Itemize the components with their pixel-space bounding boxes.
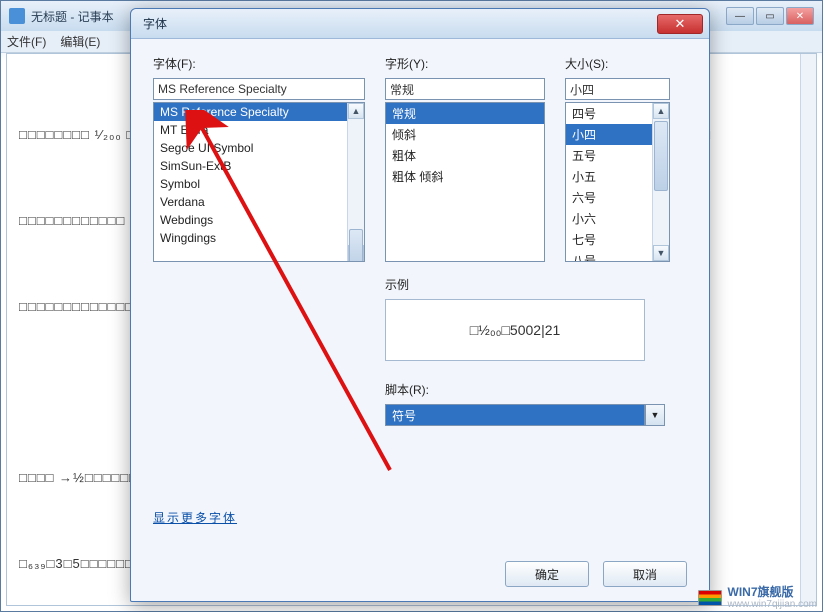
list-item[interactable]: Verdana — [154, 193, 364, 211]
scroll-thumb[interactable] — [654, 121, 668, 191]
script-label: 脚本(R): — [385, 381, 665, 398]
dialog-title: 字体 — [143, 15, 167, 32]
style-column: 字形(Y): 常规倾斜粗体粗体 倾斜 — [385, 55, 545, 262]
sample-section: 示例 □½₀₀□5002|21 — [385, 276, 645, 361]
script-section: 脚本(R): 符号 ▼ — [385, 381, 665, 426]
scroll-thumb[interactable] — [349, 229, 363, 262]
font-column: 字体(F): MS Reference SpecialtyMT ExtraSeg… — [153, 55, 365, 262]
script-select[interactable]: 符号 — [385, 404, 645, 426]
list-item[interactable]: 倾斜 — [386, 124, 544, 145]
font-input[interactable] — [153, 78, 365, 100]
maximize-button[interactable]: ▭ — [756, 7, 784, 25]
list-item[interactable]: Wingdings — [154, 229, 364, 247]
window-controls: — ▭ ✕ — [726, 7, 814, 25]
text-scrollbar[interactable] — [800, 54, 816, 605]
dialog-body: 字体(F): MS Reference SpecialtyMT ExtraSeg… — [131, 39, 709, 442]
dialog-close-button[interactable]: ✕ — [657, 14, 703, 34]
menu-file[interactable]: 文件(F) — [7, 33, 46, 50]
watermark-brand: WIN7旗舰版 — [728, 586, 817, 599]
ok-button[interactable]: 确定 — [505, 561, 589, 587]
size-list-scrollbar[interactable]: ▲ ▼ — [652, 103, 669, 261]
list-item[interactable]: 粗体 — [386, 145, 544, 166]
size-input[interactable] — [565, 78, 670, 100]
main-title: 无标题 - 记事本 — [31, 8, 114, 25]
font-list-scrollbar[interactable]: ▲ ▼ — [347, 103, 364, 261]
list-item[interactable]: Symbol — [154, 175, 364, 193]
size-label: 大小(S): — [565, 55, 670, 72]
minimize-button[interactable]: — — [726, 7, 754, 25]
size-column: 大小(S): 四号小四五号小五六号小六七号八号 ▲ ▼ — [565, 55, 670, 262]
dialog-button-row: 确定 取消 — [505, 561, 687, 587]
list-item[interactable]: Webdings — [154, 211, 364, 229]
scroll-down-icon[interactable]: ▼ — [653, 245, 669, 261]
list-item[interactable]: SimSun-ExtB — [154, 157, 364, 175]
font-listbox[interactable]: MS Reference SpecialtyMT ExtraSegoe UI S… — [153, 102, 365, 262]
style-input[interactable] — [385, 78, 545, 100]
chevron-down-icon[interactable]: ▼ — [645, 404, 665, 426]
size-listbox[interactable]: 四号小四五号小五六号小六七号八号 ▲ ▼ — [565, 102, 670, 262]
list-item[interactable]: Segoe UI Symbol — [154, 139, 364, 157]
font-dialog: 字体 ✕ 字体(F): MS Reference SpecialtyMT Ext… — [130, 8, 710, 602]
sample-preview: □½₀₀□5002|21 — [385, 299, 645, 361]
list-item[interactable]: 常规 — [386, 103, 544, 124]
cancel-button[interactable]: 取消 — [603, 561, 687, 587]
scroll-up-icon[interactable]: ▲ — [348, 103, 364, 119]
flag-icon — [698, 590, 722, 606]
font-label: 字体(F): — [153, 55, 365, 72]
list-item[interactable]: MS Reference Specialty — [154, 103, 364, 121]
scroll-up-icon[interactable]: ▲ — [653, 103, 669, 119]
dialog-title-bar: 字体 ✕ — [131, 9, 709, 39]
sample-text: □½₀₀□5002|21 — [470, 322, 561, 338]
show-more-fonts-link[interactable]: 显示更多字体 — [153, 509, 237, 526]
app-icon — [9, 8, 25, 24]
style-label: 字形(Y): — [385, 55, 545, 72]
close-button[interactable]: ✕ — [786, 7, 814, 25]
style-listbox[interactable]: 常规倾斜粗体粗体 倾斜 — [385, 102, 545, 262]
menu-edit[interactable]: 编辑(E) — [60, 33, 100, 50]
watermark: WIN7旗舰版 www.win7qijian.com — [698, 586, 817, 610]
list-item[interactable]: MT Extra — [154, 121, 364, 139]
sample-label: 示例 — [385, 276, 645, 293]
watermark-url: www.win7qijian.com — [728, 599, 817, 610]
list-item[interactable]: 粗体 倾斜 — [386, 166, 544, 187]
